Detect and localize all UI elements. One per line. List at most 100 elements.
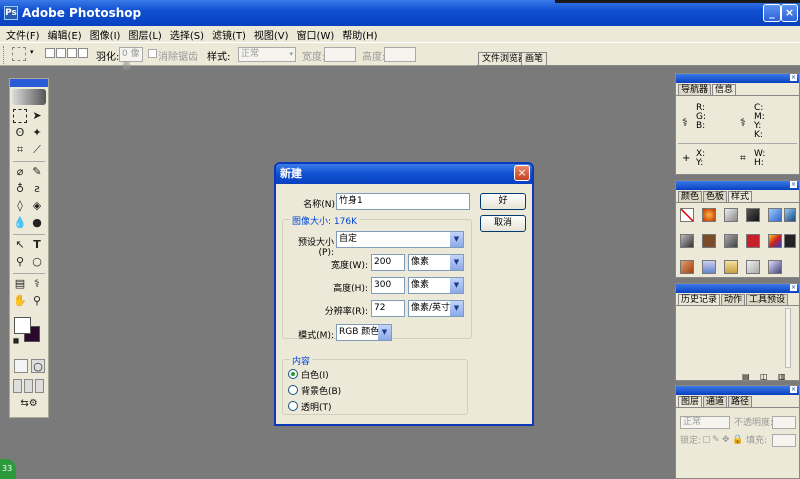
height-input[interactable]: 300: [371, 277, 405, 294]
type-icon[interactable]: T: [30, 238, 44, 252]
tab-actions[interactable]: 动作: [721, 294, 746, 305]
info-panel-header[interactable]: ×: [676, 74, 799, 83]
chevron-down-icon[interactable]: ▾: [30, 48, 34, 56]
magic-wand-icon[interactable]: ✦: [30, 126, 44, 140]
style-select[interactable]: 正常 ▾: [238, 47, 296, 62]
width-unit-select[interactable]: 像素 ▼: [408, 254, 464, 271]
styles-panel-header[interactable]: ×: [676, 181, 799, 190]
tab-brushes[interactable]: 画笔: [521, 52, 548, 66]
style-swatch[interactable]: [784, 234, 796, 248]
preset-select[interactable]: 自定 ▼: [336, 231, 464, 248]
close-button[interactable]: ×: [781, 4, 798, 22]
layers-panel-header[interactable]: ×: [676, 386, 799, 395]
marquee-tool-preset-icon[interactable]: [12, 47, 26, 61]
menu-filter[interactable]: 滤镜(T): [212, 27, 246, 42]
content-white-radio[interactable]: [288, 369, 298, 379]
style-swatch[interactable]: [768, 260, 782, 274]
minimize-button[interactable]: _: [763, 4, 781, 22]
default-colors-icon[interactable]: ◼: [12, 337, 20, 345]
history-panel-header[interactable]: ×: [676, 284, 799, 293]
tab-tool-presets[interactable]: 工具预设: [746, 294, 789, 305]
style-swatch[interactable]: [680, 260, 694, 274]
notes-icon[interactable]: ▤: [13, 277, 27, 291]
quick-mask-icon[interactable]: ○: [31, 359, 45, 373]
trash-icon[interactable]: ▥: [778, 372, 786, 381]
style-swatch[interactable]: [746, 260, 760, 274]
lock-move-icon[interactable]: ✥: [722, 436, 730, 445]
tab-channels[interactable]: 通道: [703, 396, 728, 407]
paint-bucket-icon[interactable]: ◈: [30, 199, 44, 213]
panel-close-icon[interactable]: ×: [790, 386, 797, 393]
healing-brush-icon[interactable]: ⌀: [13, 165, 27, 179]
style-swatch[interactable]: [746, 234, 760, 248]
dodge-icon[interactable]: ●: [30, 216, 44, 230]
style-swatch[interactable]: [724, 208, 738, 222]
lock-paint-icon[interactable]: ✎: [712, 436, 720, 445]
name-input[interactable]: 竹身1: [336, 193, 470, 210]
ok-button[interactable]: 好: [480, 193, 526, 210]
style-swatch[interactable]: [702, 234, 716, 248]
eyedropper-icon[interactable]: ⚕: [30, 277, 44, 291]
resolution-input[interactable]: 72: [371, 300, 405, 317]
tab-swatches[interactable]: 色板: [703, 191, 728, 202]
content-background-radio[interactable]: [288, 385, 298, 395]
history-scrollbar[interactable]: [785, 308, 791, 368]
subtract-selection-icon[interactable]: [67, 48, 77, 58]
content-transparent-radio[interactable]: [288, 401, 298, 411]
screen-mode-standard-icon[interactable]: [13, 379, 22, 393]
standard-mode-icon[interactable]: [14, 359, 28, 373]
pen-icon[interactable]: ⚲: [13, 255, 27, 269]
style-swatch[interactable]: [702, 208, 716, 222]
options-grip[interactable]: [3, 46, 6, 64]
style-swatch[interactable]: [724, 234, 738, 248]
add-selection-icon[interactable]: [56, 48, 66, 58]
feather-input[interactable]: 0 像素: [119, 47, 143, 72]
menu-file[interactable]: 文件(F): [6, 27, 40, 42]
menu-edit[interactable]: 编辑(E): [48, 27, 82, 42]
eraser-icon[interactable]: ◊: [13, 199, 27, 213]
style-swatch[interactable]: [746, 208, 760, 222]
panel-close-icon[interactable]: ×: [790, 284, 797, 291]
marquee-icon[interactable]: [13, 109, 27, 123]
intersect-selection-icon[interactable]: [78, 48, 88, 58]
tab-paths[interactable]: 路径: [728, 396, 753, 407]
content-white-label[interactable]: 白色(I): [301, 368, 329, 381]
brush-icon[interactable]: ✎: [30, 165, 44, 179]
menu-window[interactable]: 窗口(W): [297, 27, 335, 42]
style-swatch-none[interactable]: [680, 208, 694, 222]
blend-mode-select[interactable]: 正常: [680, 416, 730, 429]
opacity-input[interactable]: [772, 416, 796, 429]
new-snapshot-icon[interactable]: ◫: [760, 372, 768, 381]
ps-icon[interactable]: Ps: [4, 6, 18, 20]
lock-transparency-icon[interactable]: ▢: [702, 436, 711, 445]
lasso-icon[interactable]: ʘ: [13, 126, 27, 140]
new-selection-icon[interactable]: [45, 48, 55, 58]
menu-view[interactable]: 视图(V): [254, 27, 289, 42]
style-swatch[interactable]: [680, 234, 694, 248]
jump-to-imageready-icon[interactable]: ⇆⚙: [14, 397, 44, 411]
screen-mode-full-icon[interactable]: [35, 379, 44, 393]
blur-icon[interactable]: 💧: [13, 216, 27, 230]
tab-history[interactable]: 历史记录: [678, 294, 721, 305]
content-transparent-label[interactable]: 透明(T): [301, 400, 332, 413]
style-swatch[interactable]: [784, 208, 796, 222]
panel-close-icon[interactable]: ×: [790, 181, 797, 188]
path-selection-icon[interactable]: ↖: [13, 238, 27, 252]
menu-layer[interactable]: 图层(L): [128, 27, 161, 42]
crop-icon[interactable]: ⌗: [13, 143, 27, 157]
style-swatch[interactable]: [768, 234, 782, 248]
resolution-unit-select[interactable]: 像素/英寸 ▼: [408, 300, 464, 317]
history-brush-icon[interactable]: ƨ: [30, 182, 44, 196]
style-swatch[interactable]: [724, 260, 738, 274]
height-unit-select[interactable]: 像素 ▼: [408, 277, 464, 294]
foreground-color-swatch[interactable]: [14, 317, 31, 334]
cancel-button[interactable]: 取消: [480, 215, 526, 232]
slice-icon[interactable]: ⟋: [30, 143, 44, 157]
tab-color[interactable]: 颜色: [678, 191, 703, 202]
taskbar-badge[interactable]: 33: [0, 459, 16, 479]
screen-mode-full-menu-icon[interactable]: [24, 379, 33, 393]
hand-icon[interactable]: ✋: [13, 294, 27, 308]
style-swatch[interactable]: [702, 260, 716, 274]
clone-stamp-icon[interactable]: ♁: [13, 182, 27, 196]
shape-icon[interactable]: ○: [30, 255, 44, 269]
